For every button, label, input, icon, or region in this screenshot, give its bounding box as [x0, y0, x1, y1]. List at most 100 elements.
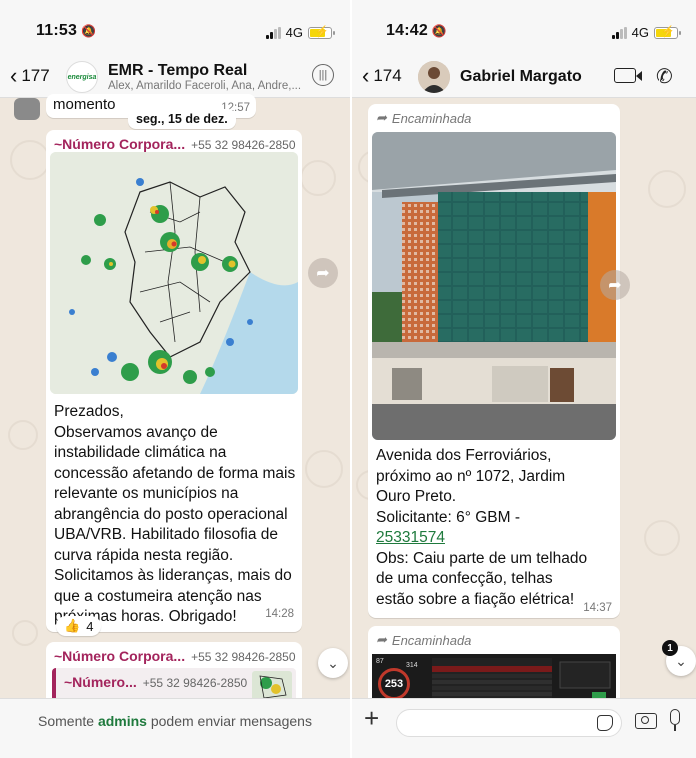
message-line: Observamos avanço de — [54, 423, 218, 441]
unread-count: 177 — [21, 66, 50, 85]
clock-text: 11:53 — [36, 22, 78, 39]
dashboard-badge-left: 87 — [376, 658, 384, 665]
chat-title[interactable]: Gabriel Margato — [460, 68, 582, 86]
signal-icon — [611, 26, 627, 39]
next-message-bubble[interactable]: ~Número Corpora... +55 32 98426-2850 ~Núm… — [46, 642, 302, 704]
message-text: Avenida dos Ferroviários, próximo ao nº … — [376, 446, 616, 610]
notice-admins: admins — [97, 713, 147, 729]
status-bar: 14:42 🔕 4G ⚡ — [352, 0, 696, 58]
clock-text: 14:42 — [386, 22, 428, 39]
voice-call-icon[interactable]: ||| — [312, 64, 334, 86]
phone-link[interactable]: 25331574 — [376, 528, 616, 549]
building-photo[interactable] — [372, 132, 616, 440]
message-time: 14:37 — [583, 602, 612, 614]
message-line: Avenida dos Ferroviários, — [376, 447, 552, 464]
network-label: 4G — [631, 25, 649, 40]
status-indicators: 4G ⚡ — [265, 25, 335, 40]
wallpaper-doodle — [10, 140, 50, 180]
phone-call-icon[interactable]: ✆ — [656, 64, 673, 89]
signal-icon — [265, 26, 281, 39]
previous-message-text: momento — [53, 96, 116, 113]
scroll-down-button[interactable]: ⌄ — [318, 648, 348, 678]
dashboard-gauge: 253 — [378, 668, 410, 700]
dashboard-image[interactable]: 87 314 253 — [372, 654, 616, 702]
reaction-count: 4 — [86, 618, 94, 634]
radar-map-svg — [50, 152, 298, 394]
dashboard-table — [432, 658, 611, 702]
back-button[interactable]: ‹ 177 — [10, 63, 50, 88]
wallpaper-doodle — [305, 450, 343, 488]
building-photo-svg — [372, 132, 616, 440]
bell-off-icon: 🔕 — [81, 24, 97, 38]
dashboard-badge-right: 314 — [406, 662, 418, 669]
bell-off-icon: 🔕 — [431, 24, 448, 38]
admins-only-notice: Somente admins podem enviar mensagens — [0, 713, 350, 729]
forwarded-text: Encaminhada — [391, 110, 472, 126]
chat-header: ‹ 177 energisa EMR - Tempo Real Alex, Am… — [0, 58, 350, 98]
wallpaper-doodle — [300, 160, 336, 196]
chevron-left-icon: ‹ — [362, 63, 370, 88]
sender-avatar — [14, 98, 40, 120]
message-bubble[interactable]: ~Número Corpora... +55 32 98426-2850 Pre… — [46, 130, 302, 632]
next-message-header: ~Número Corpora... +55 32 98426-2850 — [54, 648, 296, 666]
next-sender-name[interactable]: ~Número Corpora... — [54, 648, 185, 664]
forward-icon[interactable]: ➦ — [308, 258, 338, 288]
right-screen: 14:42 🔕 4G ⚡ ‹ 174 Gabriel Margato ✆ ➦ Enc… — [352, 0, 696, 758]
unread-count: 174 — [373, 66, 402, 85]
message-line: Prezados, — [54, 403, 124, 420]
forward-arrow-icon: ➦ — [376, 110, 387, 125]
gauge-value: 253 — [384, 678, 404, 690]
footer-bar: Somente admins podem enviar mensagens — [0, 698, 350, 758]
quoted-thumbnail — [252, 671, 292, 701]
status-time: 11:53 🔕 — [36, 22, 96, 40]
message-line: próximo ao nº 1072, Jardim — [376, 467, 566, 485]
chat-header: ‹ 174 Gabriel Margato ✆ — [352, 58, 696, 98]
message-line: curva rápida nesta região. — [54, 546, 234, 564]
message-time: 14:28 — [265, 608, 294, 620]
status-time: 14:42 🔕 — [386, 22, 447, 40]
notice-suffix: podem enviar mensagens — [146, 713, 312, 729]
quoted-sender-name: ~Número... — [64, 674, 137, 690]
requester-line: Solicitante: 6° GBM - — [376, 508, 521, 526]
wallpaper-doodle — [644, 520, 680, 556]
next-sender-phone: +55 32 98426-2850 — [191, 650, 296, 664]
next-forwarded-label: ➦ Encaminhada — [376, 632, 471, 648]
message-line: UBA/VRB. Habilitado filosofia de — [54, 526, 279, 543]
obs-line: de uma confecção, telhas — [376, 570, 553, 587]
reaction-badge[interactable]: 👍 4 — [56, 616, 102, 636]
quoted-sender-phone: +55 32 98426-2850 — [142, 676, 248, 690]
battery-icon: ⚡ — [654, 26, 681, 39]
wallpaper-doodle — [648, 170, 686, 208]
group-avatar[interactable]: energisa — [66, 61, 98, 93]
attach-plus-icon[interactable]: + — [364, 705, 379, 731]
next-forwarded-text: Encaminhada — [391, 632, 472, 648]
wallpaper-doodle — [12, 620, 38, 646]
camera-icon[interactable] — [635, 713, 657, 729]
status-indicators: 4G ⚡ — [611, 25, 681, 40]
unread-badge: 1 — [662, 640, 678, 656]
chat-title[interactable]: EMR - Tempo Real — [108, 62, 247, 80]
status-bar: 11:53 🔕 4G ⚡ — [0, 0, 350, 58]
chat-subtitle[interactable]: Alex, Amarildo Faceroli, Ana, Andre,... — [108, 80, 303, 92]
network-label: 4G — [285, 25, 303, 40]
contact-avatar[interactable] — [418, 61, 450, 93]
energisa-logo: energisa — [67, 73, 97, 81]
sticker-icon[interactable] — [597, 715, 613, 731]
next-message-bubble[interactable]: ➦ Encaminhada 87 314 253 — [368, 626, 620, 702]
forward-icon[interactable]: ➦ — [600, 270, 630, 300]
microphone-icon[interactable] — [670, 709, 680, 725]
obs-line: Obs: Caiu parte de um telhado — [376, 549, 588, 567]
video-call-icon-lens — [636, 71, 642, 81]
message-line: abrangência do posto operacional — [54, 505, 288, 523]
chevron-left-icon: ‹ — [10, 63, 18, 88]
message-input[interactable] — [396, 709, 622, 737]
message-line: Ouro Preto. — [376, 488, 457, 505]
sender-name[interactable]: ~Número Corpora... — [54, 136, 185, 152]
video-call-icon[interactable] — [614, 68, 636, 83]
message-bubble[interactable]: ➦ Encaminhada Avenida dos Ferroviários, … — [368, 104, 620, 618]
notice-prefix: Somente — [38, 713, 98, 729]
date-separator: seg., 15 de dez. — [128, 109, 236, 129]
back-button[interactable]: ‹ 174 — [362, 63, 402, 88]
radar-map-image[interactable] — [50, 152, 298, 394]
message-line: relevante os municípios na — [54, 485, 239, 502]
